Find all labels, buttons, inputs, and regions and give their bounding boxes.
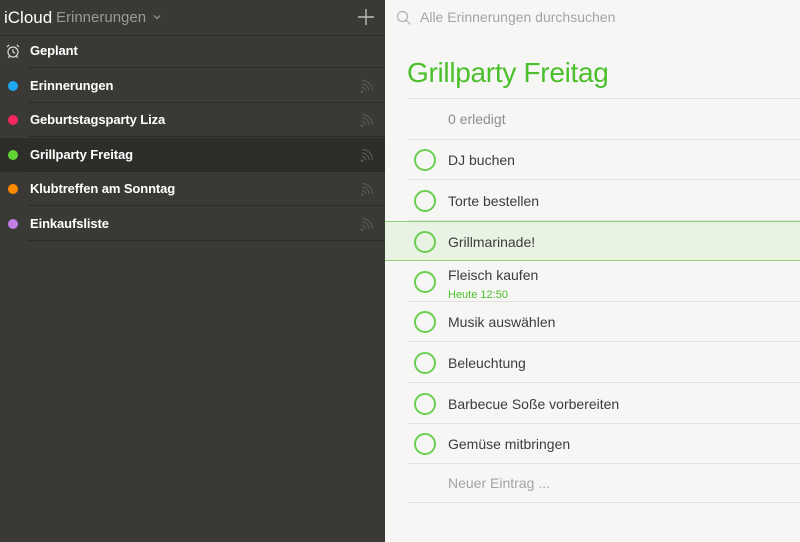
task-checkbox[interactable]	[414, 149, 436, 171]
task-label[interactable]: Torte bestellen	[448, 193, 539, 209]
task-label[interactable]: Gemüse mitbringen	[448, 436, 570, 452]
sidebar-item-list[interactable]: Geburtstagsparty Liza	[0, 103, 385, 138]
share-icon[interactable]	[360, 217, 374, 231]
task-row[interactable]: Barbecue Soße vorbereiten	[385, 384, 800, 424]
task-row[interactable]: DJ buchen	[385, 140, 800, 180]
app-title: iCloud	[4, 8, 53, 27]
sidebar-item-label: Geplant	[30, 43, 78, 58]
task-row[interactable]: Musik auswählen	[385, 302, 800, 343]
sidebar-item-label: Grillparty Freitag	[30, 146, 133, 162]
task-row[interactable]: Fleisch kaufen Heute 12:50	[385, 262, 800, 302]
list-color-dot	[8, 115, 18, 126]
list-color-dot	[8, 218, 18, 229]
list-title: Grillparty Freitag	[407, 57, 609, 88]
task-label[interactable]: Fleisch kaufen	[448, 267, 538, 283]
task-due-date: Heute 12:50	[448, 288, 508, 301]
sidebar-item-label: Klubtreffen am Sonntag	[30, 181, 176, 197]
task-checkbox[interactable]	[414, 311, 436, 334]
sidebar-item-list[interactable]: Einkaufsliste	[0, 207, 385, 241]
task-checkbox[interactable]	[414, 231, 436, 254]
sidebar-item-label: Einkaufsliste	[30, 215, 109, 231]
sidebar-item-scheduled[interactable]: Geplant	[0, 34, 385, 68]
task-row[interactable]: Grillmarinade!	[385, 221, 800, 262]
task-label[interactable]: Grillmarinade!	[448, 234, 535, 250]
task-row[interactable]: Beleuchtung	[385, 343, 800, 383]
main-content: Grillparty Freitag 0 erledigt DJ buchen T…	[385, 0, 800, 542]
alarm-clock-icon	[6, 44, 20, 59]
add-list-icon[interactable]	[357, 8, 375, 26]
chevron-down-icon[interactable]	[153, 13, 161, 21]
task-checkbox[interactable]	[414, 433, 436, 456]
app-switcher[interactable]: Erinnerungen	[56, 9, 146, 26]
sidebar: iCloud Erinnerungen Geplant Erinnerungen…	[0, 0, 385, 542]
list-color-dot	[8, 81, 18, 91]
list-color-dot	[8, 149, 18, 160]
share-icon[interactable]	[360, 113, 374, 128]
search-input[interactable]	[420, 9, 790, 25]
sidebar-item-label: Geburtstagsparty Liza	[30, 112, 166, 128]
task-label[interactable]: Barbecue Soße vorbereiten	[448, 396, 619, 412]
search-bar	[385, 0, 800, 36]
search-icon	[396, 10, 411, 25]
task-checkbox[interactable]	[414, 352, 436, 374]
task-label[interactable]: Musik auswählen	[448, 314, 555, 330]
sidebar-item-list[interactable]: Grillparty Freitag	[0, 137, 385, 172]
sidebar-item-list[interactable]: Klubtreffen am Sonntag	[0, 172, 385, 207]
share-icon[interactable]	[360, 182, 374, 197]
task-checkbox[interactable]	[414, 270, 436, 293]
sidebar-header: iCloud Erinnerungen	[0, 0, 385, 36]
completed-count[interactable]: 0 erledigt	[448, 111, 506, 127]
list-color-dot	[8, 184, 18, 195]
share-icon[interactable]	[360, 148, 374, 162]
task-checkbox[interactable]	[414, 392, 436, 415]
task-row[interactable]: Torte bestellen	[385, 181, 800, 221]
sidebar-item-label: Erinnerungen	[30, 78, 114, 93]
task-checkbox[interactable]	[414, 189, 436, 212]
new-entry-input[interactable]: Neuer Eintrag ...	[448, 475, 550, 491]
task-row[interactable]: Gemüse mitbringen	[385, 424, 800, 465]
sidebar-item-list[interactable]: Erinnerungen	[0, 69, 385, 103]
task-label[interactable]: Beleuchtung	[448, 355, 526, 371]
task-label[interactable]: DJ buchen	[448, 152, 515, 168]
share-icon[interactable]	[360, 79, 374, 93]
